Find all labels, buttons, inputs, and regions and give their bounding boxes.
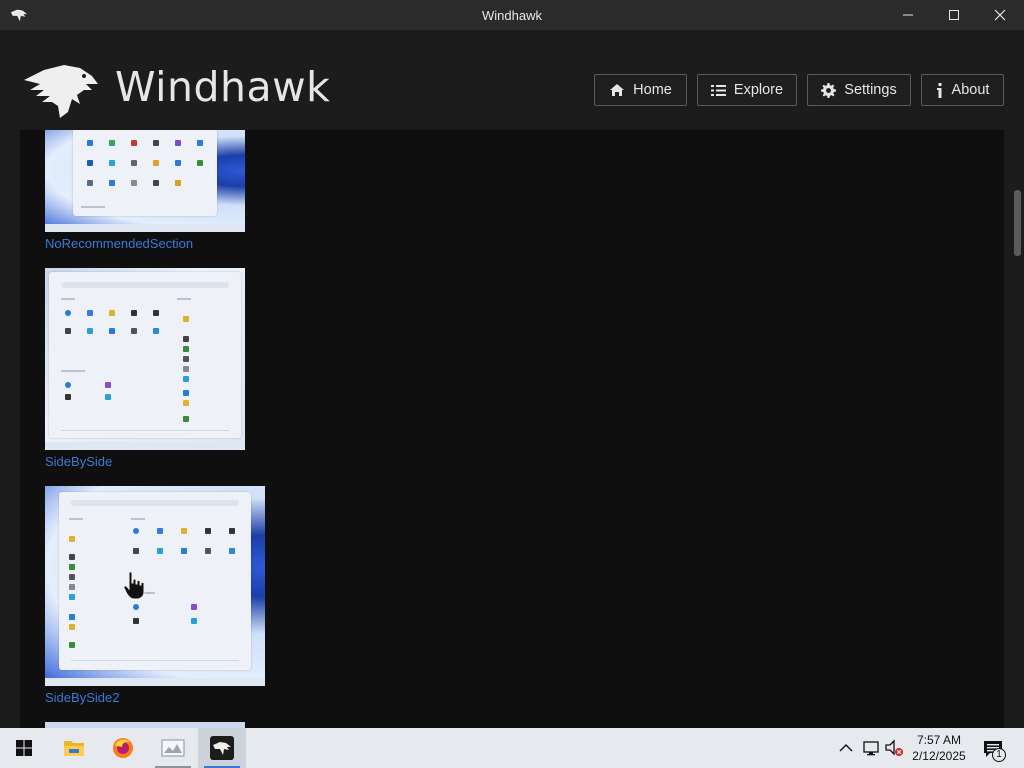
mod-details-panel: NoRecommendedSection SideBySide SideBySi… [20,130,1004,728]
gear-icon [821,82,837,98]
app-header: Windhawk Home Explore Settings About [0,30,1024,130]
clock-date: 2/12/2025 [912,749,966,763]
close-icon [994,9,1006,21]
file-explorer-icon [64,741,84,756]
nav-about-label: About [951,82,990,98]
screenshot-thumbnail[interactable] [45,268,245,450]
clock-time: 7:57 AM [916,733,962,747]
maximize-button[interactable] [931,0,977,30]
info-icon [936,82,942,98]
screenshot-caption[interactable]: SideBySide [45,454,112,469]
snipping-icon [161,739,185,757]
windows-taskbar: 7:57 AM 2/12/2025 1 [0,728,1024,768]
title-bar: Windhawk [0,0,1024,30]
windhawk-logo-icon [24,65,98,118]
start-icon [16,740,32,756]
screenshot-thumbnail[interactable] [45,130,245,232]
notification-center-button[interactable]: 1 [980,736,1006,762]
notification-count-badge: 1 [992,748,1006,762]
list-icon [710,84,726,96]
taskbar-windhawk[interactable] [198,728,246,768]
notification-count: 1 [996,749,1002,760]
start-menu-preview [73,130,217,216]
window-title: Windhawk [482,8,542,23]
taskbar-clock[interactable]: 7:57 AM 2/12/2025 [906,732,972,764]
taskbar-file-explorer[interactable] [49,728,97,768]
nav-explore-label: Explore [733,82,784,98]
nav-settings-button[interactable]: Settings [807,74,911,106]
close-button[interactable] [977,0,1023,30]
network-icon[interactable] [862,739,880,757]
taskbar-firefox[interactable] [99,728,147,768]
windhawk-icon-tile [210,736,234,760]
start-button[interactable] [0,728,48,768]
home-icon [610,84,625,96]
minimize-icon [903,14,913,16]
start-menu-preview [49,272,241,438]
taskbar-snipping-tool[interactable] [149,728,197,768]
windhawk-icon [213,742,231,755]
taskbar-preview [45,224,245,232]
minimize-button[interactable] [885,0,931,30]
nav-explore-button[interactable]: Explore [697,74,797,106]
app-logo-text: Windhawk [115,63,331,111]
nav-home-label: Home [633,82,672,98]
screenshot-caption[interactable]: SideBySide2 [45,690,119,705]
firefox-icon [113,738,133,758]
chevron-up-icon[interactable] [838,741,854,755]
start-menu-preview [59,492,251,670]
hand-cursor-icon [123,571,145,600]
screenshot-caption[interactable]: NoRecommendedSection [45,236,193,251]
screenshot-thumbnail[interactable] [45,486,265,686]
taskbar-preview [45,442,245,450]
maximize-icon [949,10,959,20]
nav-settings-label: Settings [844,82,897,98]
volume-muted-icon[interactable] [884,739,904,757]
taskbar-preview [45,678,265,686]
nav-about-button[interactable]: About [921,74,1004,106]
scrollbar-thumb[interactable] [1014,190,1021,256]
content-scrollbar[interactable] [1010,130,1024,728]
nav-home-button[interactable]: Home [594,74,687,106]
